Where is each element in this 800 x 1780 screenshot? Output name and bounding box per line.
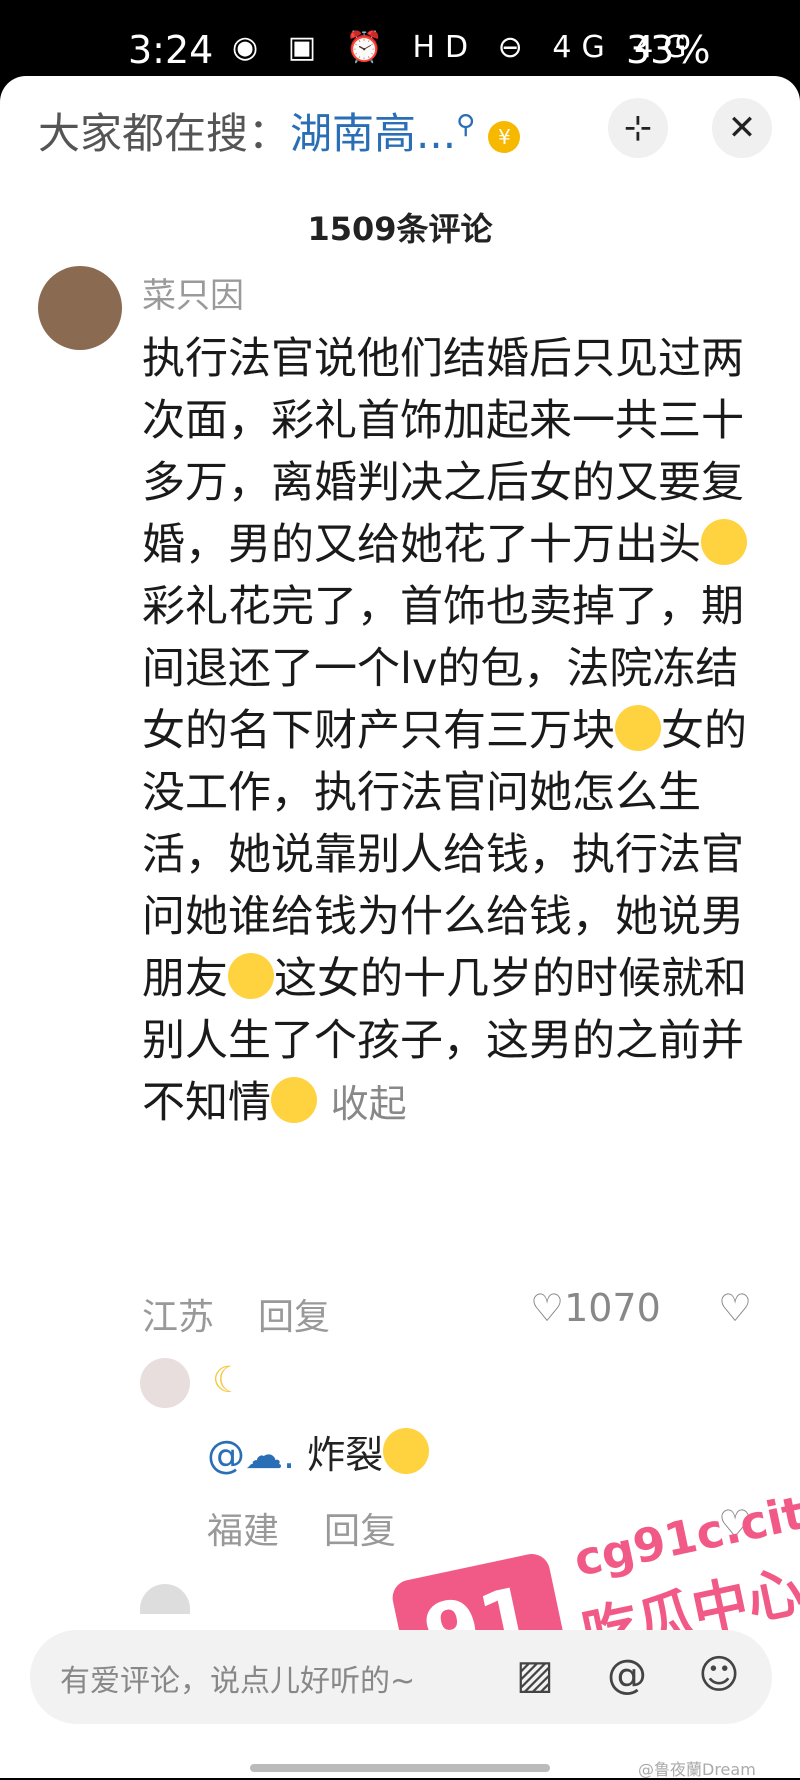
trending-search[interactable]: 大家都在搜：湖南高...⚲ ¥ <box>38 100 521 160</box>
moon-icon: ☾ <box>212 1360 245 1401</box>
grin-sweat-emoji-icon <box>228 953 274 999</box>
comment-input[interactable]: 有爱评论，说点儿好听的~ ▨ @ ☺ <box>30 1630 772 1724</box>
minimize-button[interactable]: ⊹ <box>608 98 668 158</box>
reply-location: 福建 <box>207 1511 280 1552</box>
pensive-emoji-icon <box>701 519 747 565</box>
comment-location: 江苏 <box>142 1297 215 1338</box>
smile-emoji-icon <box>615 705 661 751</box>
battery-level: 33% <box>626 28 711 72</box>
comment-username[interactable]: 菜只因 <box>142 268 244 317</box>
status-bar: 3:24 ◉ ▣ ⏰ HD ⊖ 4G 4G 33% <box>0 0 800 80</box>
reply-avatar[interactable] <box>140 1358 190 1408</box>
comment-count: 1509条评论 <box>307 210 493 248</box>
dislike-button[interactable]: ♡ <box>718 1286 752 1330</box>
search-icon: ⚲ <box>456 110 476 140</box>
reply-text: @☁. 炸裂 <box>207 1424 430 1479</box>
minimize-icon: ⊹ <box>623 108 653 148</box>
home-indicator[interactable] <box>250 1764 550 1772</box>
comment-placeholder: 有爱评论，说点儿好听的~ <box>60 1664 416 1699</box>
avatar[interactable] <box>38 266 122 350</box>
comment-text-part-1: 执行法官说他们结婚后只见过两次面，彩礼首饰加起来一共三十多万，离婚判决之后女的又… <box>142 334 744 570</box>
at-icon[interactable]: @ <box>602 1650 652 1700</box>
like-count: 1070 <box>564 1286 661 1330</box>
close-icon: ✕ <box>727 108 757 148</box>
reply-mention[interactable]: @☁. <box>207 1433 295 1477</box>
coin-icon: ¥ <box>488 120 521 153</box>
next-reply-avatar[interactable] <box>140 1584 190 1614</box>
collapse-link[interactable]: 收起 <box>331 1082 407 1126</box>
heart-icon: ♡ <box>530 1286 565 1330</box>
reply-content: 炸裂 <box>295 1433 384 1477</box>
status-time: 3:24 <box>128 28 214 72</box>
search-prefix: 大家都在搜： <box>38 109 291 158</box>
reply-reply-button[interactable]: 回复 <box>324 1502 396 1554</box>
like-button[interactable]: ♡1070 <box>530 1286 661 1330</box>
close-button[interactable]: ✕ <box>712 98 772 158</box>
laughing-emoji-icon <box>383 1428 430 1474</box>
reply-button[interactable]: 回复 <box>258 1288 330 1340</box>
comment-sheet: 大家都在搜：湖南高...⚲ ¥ ⊹ ✕ 1509条评论 菜只因 执行法官说他们结… <box>0 76 800 1779</box>
credit-watermark: @鲁夜蘭Dream <box>638 1760 756 1779</box>
broken-heart-icon: ♡ <box>718 1286 753 1330</box>
image-icon[interactable]: ▨ <box>510 1650 560 1700</box>
emoji-picker-icon[interactable]: ☺ <box>694 1650 744 1700</box>
search-keyword[interactable]: 湖南高... <box>290 109 456 158</box>
crying-emoji-icon <box>271 1077 317 1123</box>
comment-text: 执行法官说他们结婚后只见过两次面，彩礼首饰加起来一共三十多万，离婚判决之后女的又… <box>142 328 762 1135</box>
